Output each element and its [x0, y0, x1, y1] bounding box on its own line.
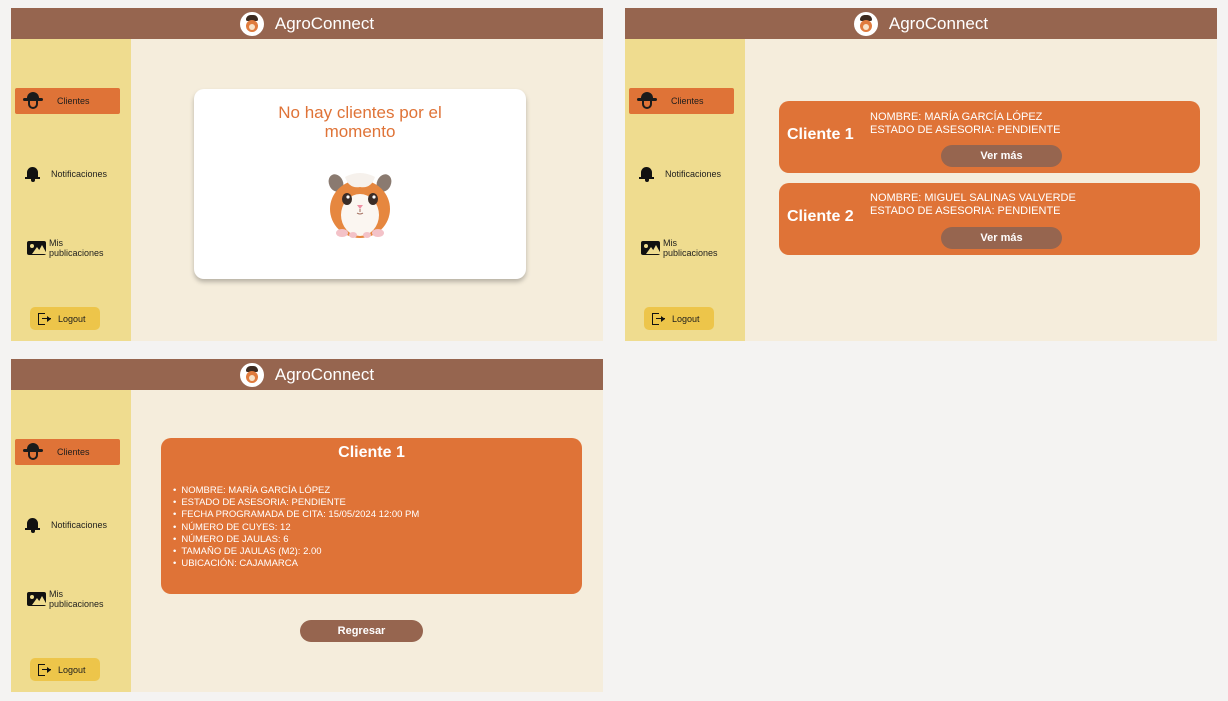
client-nombre: NOMBRE: MIGUEL SALINAS VALVERDE [870, 192, 1076, 204]
screen-empty-clients: AgroConnect Clientes Notificaciones Mis … [11, 8, 603, 341]
ver-mas-button[interactable]: Ver más [941, 145, 1062, 167]
sidebar-item-label: Notificaciones [51, 520, 108, 530]
client-nombre: NOMBRE: MARÍA GARCÍA LÓPEZ [870, 111, 1043, 123]
sidebar-item-clientes[interactable]: Clientes [629, 88, 734, 114]
sidebar-item-label: Clientes [57, 96, 90, 106]
client-detail-title: Cliente 1 [338, 444, 405, 461]
farmer-icon [23, 443, 45, 461]
sidebar-item-publicaciones[interactable]: Mis publicaciones [15, 235, 120, 261]
list-item: TAMAÑO DE JAULAS (M2): 2.00 [173, 546, 419, 558]
regresar-button[interactable]: Regresar [300, 620, 423, 642]
logout-icon [38, 312, 51, 325]
sidebar-item-label: Mis publicaciones [663, 238, 718, 258]
client-card: Cliente 2 NOMBRE: MIGUEL SALINAS VALVERD… [779, 183, 1200, 255]
bell-icon [23, 516, 45, 534]
empty-state-message: No hay clientes por el momento [278, 103, 442, 141]
sidebar: Clientes Notificaciones Mis publicacione… [11, 390, 131, 692]
ver-mas-button[interactable]: Ver más [941, 227, 1062, 249]
logout-icon [38, 663, 51, 676]
sidebar-item-label: Mis publicaciones [49, 238, 104, 258]
sidebar-item-label: Clientes [57, 447, 90, 457]
sidebar-item-label: Notificaciones [51, 169, 108, 179]
top-bar: AgroConnect [625, 8, 1217, 39]
guinea-pig-illustration [328, 173, 392, 238]
client-detail-card: Cliente 1 NOMBRE: MARÍA GARCÍA LÓPEZ EST… [161, 438, 582, 594]
sidebar-item-publicaciones[interactable]: Mis publicaciones [15, 586, 120, 612]
logout-label: Logout [58, 664, 86, 675]
top-bar: AgroConnect [11, 8, 603, 39]
image-icon [27, 592, 47, 606]
screen-client-detail: AgroConnect Clientes Notificaciones Mis … [11, 359, 603, 692]
list-item: FECHA PROGRAMADA DE CITA: 15/05/2024 12:… [173, 509, 419, 521]
farmer-icon [637, 92, 659, 110]
sidebar-item-label: Mis publicaciones [49, 589, 104, 609]
app-title: AgroConnect [888, 13, 989, 33]
bell-icon [637, 165, 659, 183]
sidebar: Clientes Notificaciones Mis publicacione… [625, 39, 745, 341]
client-card: Cliente 1 NOMBRE: MARÍA GARCÍA LÓPEZ EST… [779, 101, 1200, 173]
empty-state-card: No hay clientes por el momento [194, 89, 526, 279]
sidebar-item-label: Clientes [671, 96, 704, 106]
list-item: NÚMERO DE JAULAS: 6 [173, 534, 419, 546]
logout-icon [652, 312, 665, 325]
client-estado: ESTADO DE ASESORIA: PENDIENTE [870, 124, 1061, 136]
app-title: AgroConnect [274, 364, 375, 384]
sidebar-item-notificaciones[interactable]: Notificaciones [15, 161, 120, 187]
client-estado: ESTADO DE ASESORIA: PENDIENTE [870, 205, 1061, 217]
screen-client-list: AgroConnect Clientes Notificaciones Mis … [625, 8, 1217, 341]
bell-icon [23, 165, 45, 183]
app-logo-icon [853, 11, 878, 36]
list-item: UBICACIÓN: CAJAMARCA [173, 558, 419, 570]
image-icon [27, 241, 47, 255]
logout-button[interactable]: Logout [30, 658, 100, 681]
logout-label: Logout [672, 313, 700, 324]
image-icon [641, 241, 661, 255]
logout-label: Logout [58, 313, 86, 324]
list-item: ESTADO DE ASESORIA: PENDIENTE [173, 497, 419, 509]
farmer-icon [23, 92, 45, 110]
app-logo-icon [239, 11, 264, 36]
client-name-title: Cliente 1 [787, 126, 854, 143]
list-item: NÚMERO DE CUYES: 12 [173, 522, 419, 534]
sidebar-item-publicaciones[interactable]: Mis publicaciones [629, 235, 734, 261]
sidebar: Clientes Notificaciones Mis publicacione… [11, 39, 131, 341]
sidebar-item-notificaciones[interactable]: Notificaciones [629, 161, 734, 187]
app-logo-icon [239, 362, 264, 387]
logout-button[interactable]: Logout [644, 307, 714, 330]
sidebar-item-notificaciones[interactable]: Notificaciones [15, 512, 120, 538]
sidebar-item-clientes[interactable]: Clientes [15, 88, 120, 114]
sidebar-item-clientes[interactable]: Clientes [15, 439, 120, 465]
list-item: NOMBRE: MARÍA GARCÍA LÓPEZ [173, 485, 419, 497]
client-name-title: Cliente 2 [787, 208, 854, 225]
top-bar: AgroConnect [11, 359, 603, 390]
client-detail-list: NOMBRE: MARÍA GARCÍA LÓPEZ ESTADO DE ASE… [173, 485, 419, 570]
logout-button[interactable]: Logout [30, 307, 100, 330]
app-title: AgroConnect [274, 13, 375, 33]
sidebar-item-label: Notificaciones [665, 169, 722, 179]
